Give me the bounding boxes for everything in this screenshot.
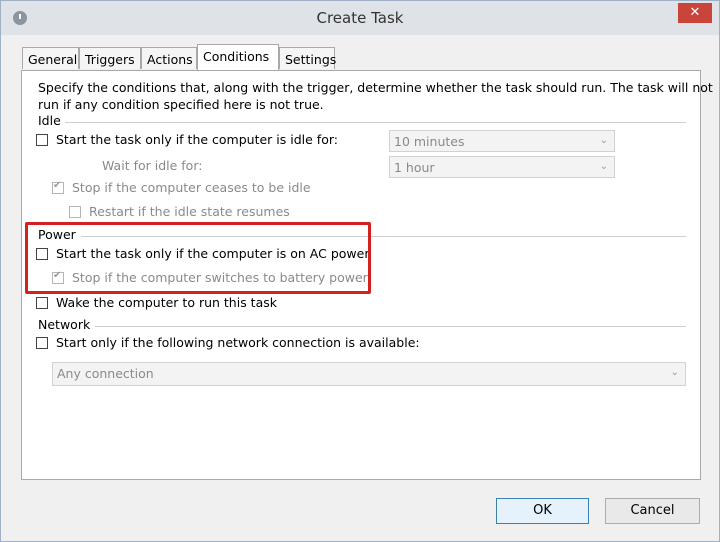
wait-duration-value: 1 hour (394, 160, 435, 175)
idle-duration-select[interactable]: 10 minutes ⌄ (389, 130, 615, 152)
stop-if-ceases-label: Stop if the computer ceases to be idle (72, 180, 311, 195)
chevron-down-icon: ⌄ (670, 367, 679, 378)
stop-if-ceases-checkbox[interactable] (52, 180, 64, 194)
chevron-down-icon: ⌄ (599, 135, 608, 146)
window-title: Create Task (316, 9, 404, 27)
tab-conditions[interactable]: Conditions (197, 44, 279, 70)
intro-text-line1: Specify the conditions that, along with … (38, 80, 713, 95)
power-highlight-box (25, 222, 371, 294)
intro-text-line2: run if any condition specified here is n… (38, 97, 324, 112)
close-icon: ✕ (689, 5, 701, 20)
idle-group-header: Idle (38, 113, 61, 128)
wake-computer-checkbox[interactable] (36, 297, 48, 309)
tab-general[interactable]: General (22, 47, 79, 69)
start-if-idle-label: Start the task only if the computer is i… (56, 132, 338, 147)
network-group-divider (95, 326, 686, 327)
chevron-down-icon: ⌄ (599, 161, 608, 172)
create-task-window: Create Task ✕ General Triggers Actions C… (0, 0, 720, 542)
network-connection-select[interactable]: Any connection ⌄ (52, 362, 686, 386)
wake-computer-label: Wake the computer to run this task (56, 295, 277, 310)
wait-for-idle-label: Wait for idle for: (102, 158, 203, 173)
close-button[interactable]: ✕ (678, 3, 712, 23)
idle-duration-value: 10 minutes (394, 134, 465, 149)
title-bar: Create Task ✕ (1, 1, 719, 35)
wait-duration-select[interactable]: 1 hour ⌄ (389, 156, 615, 178)
tab-triggers[interactable]: Triggers (79, 47, 141, 69)
tab-actions[interactable]: Actions (141, 47, 197, 69)
network-condition-label: Start only if the following network conn… (56, 335, 420, 350)
cancel-button[interactable]: Cancel (605, 498, 700, 524)
start-if-idle-checkbox[interactable] (36, 134, 48, 146)
tab-settings[interactable]: Settings (279, 47, 336, 69)
restart-if-resumes-label: Restart if the idle state resumes (89, 204, 290, 219)
idle-group-divider (65, 122, 686, 123)
network-group-header: Network (38, 317, 91, 332)
restart-if-resumes-checkbox[interactable] (69, 206, 81, 218)
network-condition-checkbox[interactable] (36, 337, 48, 349)
network-connection-value: Any connection (57, 366, 154, 381)
ok-button[interactable]: OK (496, 498, 589, 524)
